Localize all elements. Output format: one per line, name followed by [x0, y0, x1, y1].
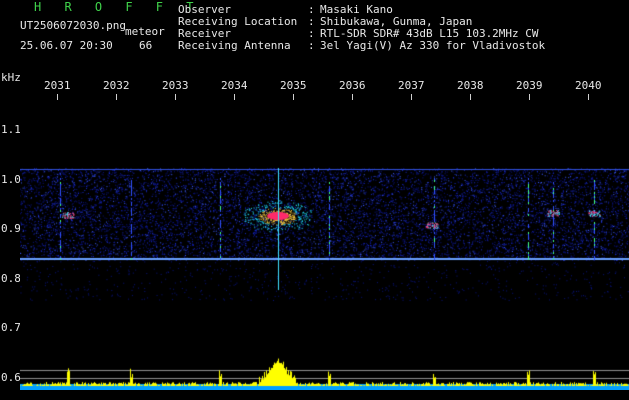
time-tick-label: 2031: [44, 79, 71, 92]
info-row-antenna: Receiving Antenna : 3el Yagi(V) Az 330 f…: [178, 40, 545, 52]
station-name: H R O F F T: [34, 0, 202, 14]
time-tick-label: 2035: [280, 79, 307, 92]
info-value: 3el Yagi(V) Az 330 for Vladivostok: [320, 39, 546, 52]
time-tick-label: 2039: [516, 79, 543, 92]
time-tick-label: 2037: [398, 79, 425, 92]
observation-info: Observer : Masaki Kano Receiving Locatio…: [178, 4, 545, 52]
image-filename: UT2506072030.png: [20, 19, 126, 32]
mode-label: meteor: [125, 25, 165, 38]
info-separator: :: [308, 39, 315, 52]
frequency-tick-label: 1.1: [1, 123, 21, 136]
frequency-tick-label: 0.7: [1, 321, 21, 334]
echo-count: 66: [139, 39, 153, 52]
time-tick-label: 2033: [162, 79, 189, 92]
time-tick-label: 2036: [339, 79, 366, 92]
frequency-tick-label: 0.6: [1, 371, 21, 384]
time-axis: 2031 2032 2033 2034 2035 2036 2037 2038 2039 2040: [24, 78, 629, 100]
observation-datetime: 25.06.07 20:30: [20, 39, 113, 52]
time-tick-label: 2040: [575, 79, 602, 92]
info-label: Receiving Antenna: [178, 39, 291, 52]
frequency-tick-label: 1.0: [1, 173, 21, 186]
time-tick-label: 2038: [457, 79, 484, 92]
station-header: H R O F F T UT2506072030.png meteor 25.0…: [0, 0, 193, 60]
frequency-axis: kHz 1.1 1.0 0.9 0.8 0.7 0.6: [0, 72, 22, 400]
frequency-tick-label: 0.8: [1, 272, 21, 285]
time-tick-label: 2032: [103, 79, 130, 92]
frequency-tick-label: 0.9: [1, 222, 21, 235]
frequency-unit-label: kHz: [1, 71, 21, 84]
time-tick-label: 2034: [221, 79, 248, 92]
spectrogram: [20, 100, 629, 390]
